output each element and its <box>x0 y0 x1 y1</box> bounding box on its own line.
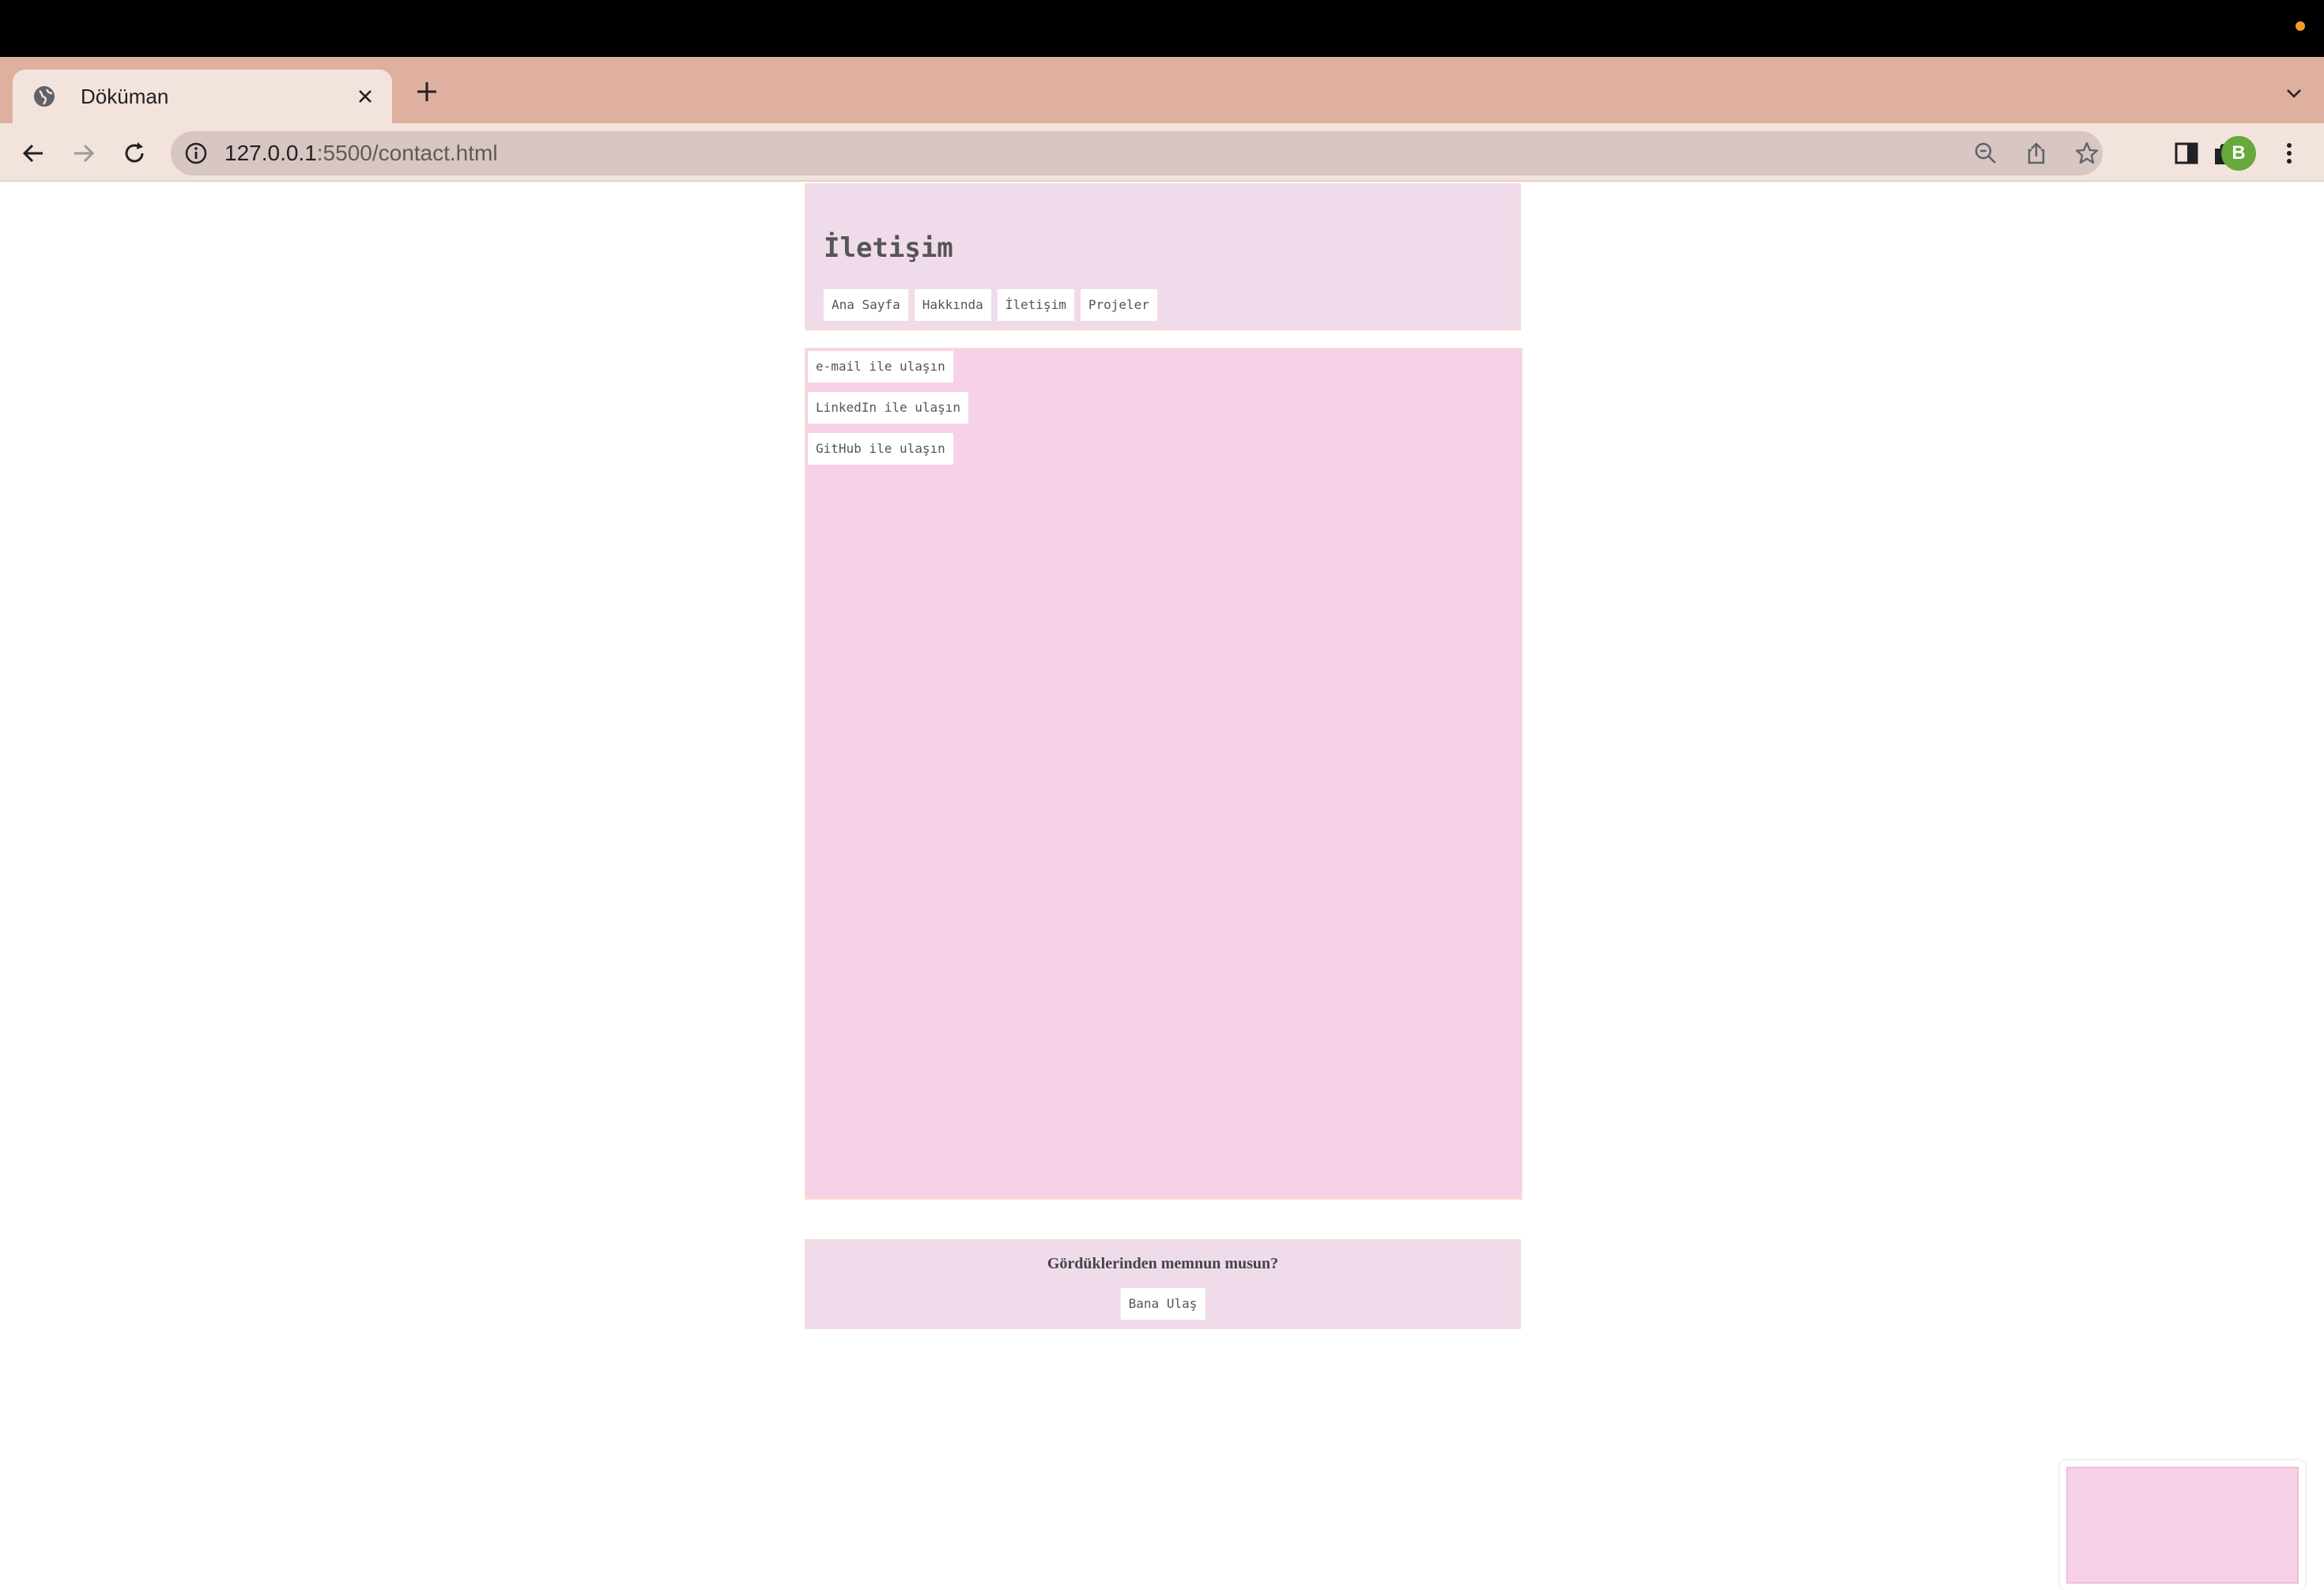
page-title: İletişim <box>824 232 953 264</box>
chevron-down-icon[interactable] <box>2283 82 2305 104</box>
site-footer: Gördüklerinden memnun musun? Bana Ulaş <box>805 1239 1521 1329</box>
main-nav: Ana Sayfa Hakkında İletişim Projeler <box>824 289 1157 321</box>
address-bar[interactable]: 127.0.0.1:5500/contact.html <box>171 131 2103 175</box>
contact-links: e-mail ile ulaşın LinkedIn ile ulaşın Gi… <box>808 351 969 474</box>
site-header: İletişim Ana Sayfa Hakkında İletişim Pro… <box>805 183 1521 330</box>
globe-icon <box>34 86 55 107</box>
preview-thumbnail <box>2066 1467 2299 1584</box>
contact-me-button[interactable]: Bana Ulaş <box>1120 1288 1205 1320</box>
github-contact-link[interactable]: GitHub ile ulaşın <box>808 433 953 465</box>
close-icon[interactable] <box>353 84 378 109</box>
reload-icon[interactable] <box>120 139 149 168</box>
nav-link-contact[interactable]: İletişim <box>997 289 1074 321</box>
url-text: 127.0.0.1:5500/contact.html <box>224 141 498 166</box>
contact-section: e-mail ile ulaşın LinkedIn ile ulaşın Gi… <box>805 348 1522 1200</box>
avatar-initial: B <box>2232 142 2246 164</box>
footer-question: Gördüklerinden memnun musun? <box>1047 1255 1279 1272</box>
system-bar <box>0 0 2324 57</box>
arrow-right-icon[interactable] <box>70 139 98 168</box>
linkedin-contact-link[interactable]: LinkedIn ile ulaşın <box>808 392 969 424</box>
arrow-left-icon[interactable] <box>19 139 47 168</box>
preview-panel[interactable] <box>2060 1460 2305 1590</box>
side-panel-icon[interactable] <box>2172 139 2201 168</box>
browser-toolbar: 127.0.0.1:5500/contact.html B <box>0 123 2324 182</box>
info-icon[interactable] <box>183 141 209 166</box>
email-contact-link[interactable]: e-mail ile ulaşın <box>808 351 953 382</box>
nav-link-home[interactable]: Ana Sayfa <box>824 289 908 321</box>
tab-title: Döküman <box>81 85 169 108</box>
page-viewport: İletişim Ana Sayfa Hakkında İletişim Pro… <box>0 183 2324 1590</box>
tab-strip: Döküman <box>0 57 2324 123</box>
zoom-out-icon[interactable] <box>1973 141 1998 166</box>
url-path: :5500/contact.html <box>316 141 498 165</box>
kebab-menu-icon[interactable] <box>2275 139 2303 168</box>
plus-icon[interactable] <box>413 77 441 106</box>
tab-active[interactable]: Döküman <box>13 70 392 123</box>
nav-link-about[interactable]: Hakkında <box>914 289 991 321</box>
url-host: 127.0.0.1 <box>224 141 317 165</box>
avatar[interactable]: B <box>2221 136 2256 171</box>
nav-link-projects[interactable]: Projeler <box>1080 289 1157 321</box>
share-icon[interactable] <box>2024 141 2049 166</box>
star-icon[interactable] <box>2074 141 2100 166</box>
recording-indicator-dot <box>2296 21 2305 31</box>
